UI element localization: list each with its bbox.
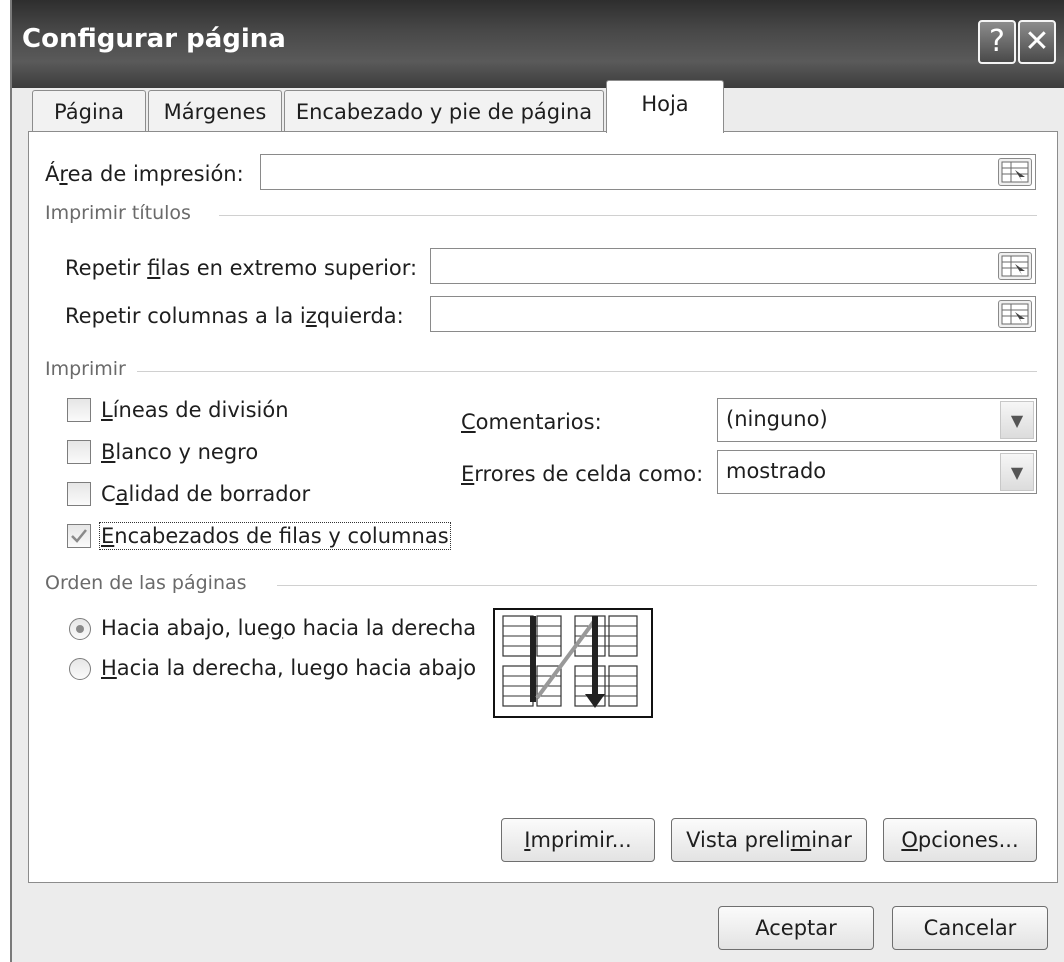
tab-margenes[interactable]: Márgenes — [148, 90, 282, 132]
tab-panel-hoja: Área de impresión: Imprimir títulos Repe… — [28, 131, 1058, 883]
print-area-label: Área de impresión: — [45, 162, 244, 186]
close-icon: ✕ — [1024, 24, 1050, 59]
gridlines-label[interactable]: Líneas de división — [101, 398, 289, 422]
repeat-cols-input[interactable] — [430, 296, 1036, 332]
headings-checkbox[interactable] — [67, 524, 91, 548]
black-white-checkbox[interactable] — [67, 440, 91, 464]
over-then-down-radio[interactable] — [69, 658, 91, 680]
chevron-down-icon[interactable]: ▼ — [1000, 453, 1034, 491]
tab-pagina[interactable]: Página — [32, 90, 146, 132]
print-area-input[interactable] — [260, 154, 1036, 190]
over-then-down-label[interactable]: Hacia la derecha, luego hacia abajo — [101, 656, 476, 680]
print-group-label: Imprimir — [45, 358, 126, 380]
print-titles-group-label: Imprimir títulos — [45, 202, 191, 224]
draft-quality-checkbox[interactable] — [67, 482, 91, 506]
tab-encabezado-pie[interactable]: Encabezado y pie de página — [284, 90, 604, 132]
draft-quality-label[interactable]: Calidad de borrador — [101, 482, 310, 506]
repeat-cols-label: Repetir columnas a la izquierda: — [65, 304, 404, 328]
headings-label[interactable]: Encabezados de filas y columnas — [99, 522, 451, 550]
repeat-rows-input[interactable] — [430, 248, 1036, 284]
collapse-dialog-icon — [1001, 303, 1029, 325]
cell-errors-select[interactable]: mostrado ▼ — [717, 450, 1037, 494]
print-button[interactable]: Imprimir... — [501, 818, 655, 862]
cell-errors-label: Errores de celda como: — [461, 462, 704, 486]
repeat-rows-label: Repetir filas en extremo superior: — [65, 256, 418, 280]
collapse-dialog-icon — [1001, 255, 1029, 277]
down-then-over-label[interactable]: Hacia abajo, luego hacia la derecha — [101, 616, 476, 640]
group-divider — [219, 215, 1037, 216]
cancel-button[interactable]: Cancelar — [892, 906, 1048, 950]
page-order-preview — [493, 608, 653, 718]
page-order-diagram — [502, 615, 638, 708]
group-divider — [277, 585, 1037, 586]
chevron-down-icon[interactable]: ▼ — [1000, 401, 1034, 439]
ok-button[interactable]: Aceptar — [718, 906, 874, 950]
collapse-dialog-icon — [1001, 161, 1029, 183]
print-preview-button[interactable]: Vista preliminar — [671, 818, 867, 862]
page-setup-dialog: Configurar página ? ✕ Página Márgenes En… — [10, 0, 1064, 962]
gridlines-checkbox[interactable] — [67, 398, 91, 422]
help-button[interactable]: ? — [978, 20, 1016, 64]
print-area-collapse-button[interactable] — [998, 158, 1032, 186]
repeat-cols-collapse-button[interactable] — [998, 300, 1032, 328]
comments-label: Comentarios: — [461, 410, 602, 434]
down-then-over-radio[interactable] — [69, 618, 91, 640]
group-divider — [137, 371, 1037, 372]
dialog-title: Configurar página — [22, 24, 286, 54]
title-bar[interactable]: Configurar página ? ✕ — [12, 0, 1064, 88]
comments-select[interactable]: (ninguno) ▼ — [717, 398, 1037, 442]
repeat-rows-collapse-button[interactable] — [998, 252, 1032, 280]
page-order-group-label: Orden de las páginas — [45, 572, 247, 594]
close-button[interactable]: ✕ — [1018, 20, 1056, 64]
help-icon: ? — [989, 24, 1005, 59]
checkmark-icon — [71, 529, 87, 543]
black-white-label[interactable]: Blanco y negro — [101, 440, 258, 464]
tab-hoja[interactable]: Hoja — [606, 80, 724, 133]
options-button[interactable]: Opciones... — [883, 818, 1037, 862]
